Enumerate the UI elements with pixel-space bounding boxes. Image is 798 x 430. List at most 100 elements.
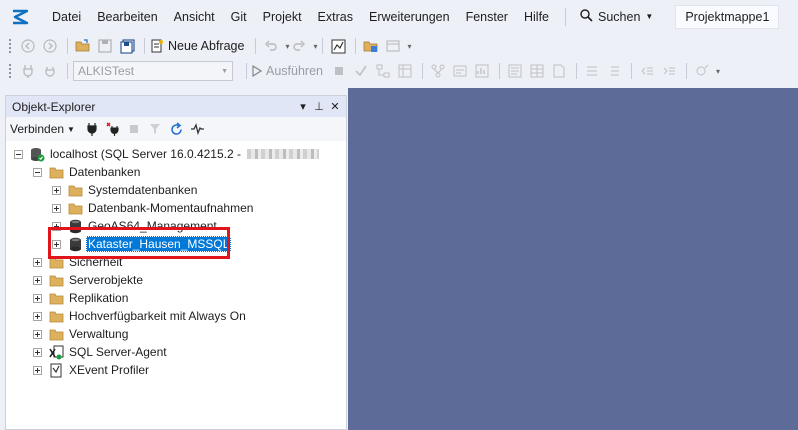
tree-node-datenbanken[interactable]: Datenbanken	[33, 163, 142, 181]
sql-agent-icon	[48, 344, 64, 360]
expand-toggle-icon[interactable]	[33, 293, 42, 303]
toolbar-overflow-icon[interactable]: ▾	[716, 67, 720, 76]
expand-toggle-icon[interactable]	[52, 203, 61, 213]
parse-checkmark-icon[interactable]	[351, 61, 371, 81]
menu-ansicht[interactable]: Ansicht	[166, 6, 223, 28]
search-icon	[580, 8, 593, 25]
expand-toggle-icon[interactable]	[52, 221, 61, 231]
live-stats-icon[interactable]	[450, 61, 470, 81]
tree-node-systemdatenbanken[interactable]: Systemdatenbanken	[52, 181, 199, 199]
redo-icon[interactable]	[289, 36, 309, 56]
object-explorer-panel: Objekt-Explorer ▾ ⊥ ✕ Verbinden ▼ localh…	[5, 95, 347, 430]
sql-editor-toolbar: ALKISTest ▼ Ausführen ▾	[0, 58, 798, 84]
tree-node-label: Sicherheit	[69, 255, 123, 269]
menu-separator	[565, 7, 566, 26]
panel-window-buttons: ▾ ⊥ ✕	[294, 100, 342, 113]
save-icon[interactable]	[95, 36, 115, 56]
execute-button[interactable]: Ausführen	[252, 61, 323, 81]
chevron-down-icon[interactable]: ▾	[313, 42, 317, 51]
refresh-icon[interactable]	[167, 120, 186, 138]
undo-icon[interactable]	[261, 36, 281, 56]
open-folder-icon[interactable]	[73, 36, 93, 56]
tree-node-label: Verwaltung	[69, 327, 129, 341]
results-grid-icon[interactable]	[527, 61, 547, 81]
tree-node-label: Serverobjekte	[69, 273, 144, 287]
search-button[interactable]: Suchen ▼	[574, 6, 659, 28]
activity-monitor-icon[interactable]	[328, 36, 348, 56]
results-text-icon[interactable]	[505, 61, 525, 81]
expand-toggle-icon[interactable]	[33, 365, 42, 375]
uncomment-icon[interactable]	[604, 61, 624, 81]
menu-datei[interactable]: Datei	[44, 6, 89, 28]
menu-extras[interactable]: Extras	[310, 6, 361, 28]
include-plan-icon[interactable]	[428, 61, 448, 81]
comment-out-icon[interactable]	[582, 61, 602, 81]
expand-toggle-icon[interactable]	[52, 239, 61, 249]
query-designer-icon[interactable]	[395, 61, 415, 81]
properties-icon[interactable]	[361, 36, 381, 56]
save-all-icon[interactable]	[117, 36, 137, 56]
tree-node-server[interactable]: localhost (SQL Server 16.0.4215.2 -	[14, 145, 319, 163]
change-connection-icon[interactable]	[40, 61, 60, 81]
folder-icon	[67, 200, 83, 216]
menu-erweiterungen[interactable]: Erweiterungen	[361, 6, 458, 28]
estimated-plan-icon[interactable]	[373, 61, 393, 81]
decrease-indent-icon[interactable]	[637, 61, 657, 81]
pin-icon[interactable]: ⊥	[312, 100, 326, 113]
filter-icon[interactable]	[146, 120, 165, 138]
tree-node-kataster-hausen-mssql[interactable]: Kataster_Hausen_MSSQL	[52, 235, 232, 253]
toolbar-grip[interactable]	[8, 38, 12, 54]
stop-icon[interactable]	[329, 61, 349, 81]
close-icon[interactable]: ✕	[328, 100, 342, 113]
toolbar-separator	[246, 63, 247, 79]
client-stats-icon[interactable]	[472, 61, 492, 81]
menu-fenster[interactable]: Fenster	[458, 6, 516, 28]
expand-toggle-icon[interactable]	[52, 185, 61, 195]
menu-hilfe[interactable]: Hilfe	[516, 6, 557, 28]
tree-node-sicherheit[interactable]: Sicherheit	[33, 253, 124, 271]
ssms-logo-icon[interactable]	[10, 7, 30, 27]
specify-values-icon[interactable]	[692, 61, 712, 81]
tree-node-xevent-profiler[interactable]: XEvent Profiler	[33, 361, 151, 379]
database-select[interactable]: ALKISTest ▼	[73, 61, 233, 81]
collapse-toggle-icon[interactable]	[33, 167, 42, 177]
connect-dropdown-button[interactable]: Verbinden ▼	[10, 122, 75, 136]
expand-toggle-icon[interactable]	[33, 275, 42, 285]
expand-toggle-icon[interactable]	[33, 257, 42, 267]
panel-options-icon[interactable]: ▾	[296, 100, 310, 113]
activity-monitor-icon[interactable]	[188, 120, 207, 138]
toolbar-grip[interactable]	[8, 63, 12, 79]
menu-bearbeiten[interactable]: Bearbeiten	[89, 6, 165, 28]
tree-node-replikation[interactable]: Replikation	[33, 289, 130, 307]
database-icon	[67, 218, 83, 234]
tree-node-serverobjekte[interactable]: Serverobjekte	[33, 271, 145, 289]
results-file-icon[interactable]	[549, 61, 569, 81]
tree-node-label: localhost (SQL Server 16.0.4215.2 -	[50, 147, 241, 161]
tree-node-label: GeoAS64_Management	[88, 219, 217, 233]
menu-git[interactable]: Git	[223, 6, 255, 28]
menu-projekt[interactable]: Projekt	[255, 6, 310, 28]
tree-node-verwaltung[interactable]: Verwaltung	[33, 325, 130, 343]
connect-plug-icon[interactable]	[83, 120, 102, 138]
new-query-button[interactable]: Neue Abfrage	[150, 36, 244, 56]
collapse-toggle-icon[interactable]	[14, 149, 23, 159]
connect-plug-icon[interactable]	[18, 61, 38, 81]
expand-toggle-icon[interactable]	[33, 311, 42, 321]
expand-toggle-icon[interactable]	[33, 329, 42, 339]
window-layout-icon[interactable]	[383, 36, 403, 56]
tree-node-always-on[interactable]: Hochverfügbarkeit mit Always On	[33, 307, 248, 325]
back-icon[interactable]	[18, 36, 38, 56]
tree-node-sql-server-agent[interactable]: SQL Server-Agent	[33, 343, 169, 361]
tree-node-geoas64-management[interactable]: GeoAS64_Management	[52, 217, 219, 235]
stop-icon[interactable]	[125, 120, 144, 138]
disconnect-icon[interactable]	[104, 120, 123, 138]
tree-node-label-selected: Kataster_Hausen_MSSQL	[86, 236, 232, 252]
increase-indent-icon[interactable]	[659, 61, 679, 81]
toolbar-overflow-icon[interactable]: ▾	[407, 42, 411, 51]
database-select-value: ALKISTest	[78, 64, 135, 78]
expand-toggle-icon[interactable]	[33, 347, 42, 357]
tree-node-momentaufnahmen[interactable]: Datenbank-Momentaufnahmen	[52, 199, 255, 217]
database-icon	[67, 236, 83, 252]
forward-icon[interactable]	[40, 36, 60, 56]
solution-title: Projektmappe1	[675, 4, 780, 29]
